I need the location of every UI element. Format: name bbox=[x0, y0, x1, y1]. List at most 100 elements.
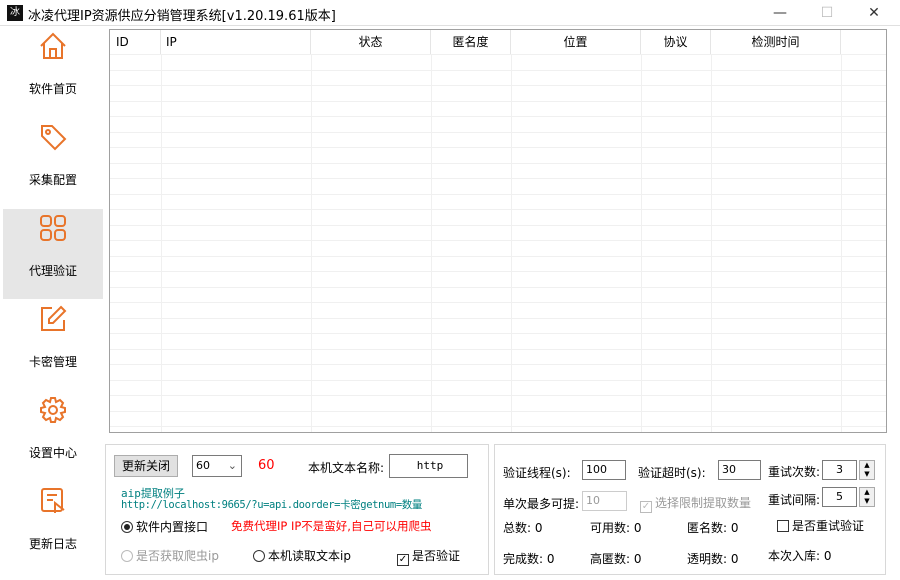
grid-line bbox=[110, 132, 886, 133]
stat-value: 0 bbox=[547, 552, 555, 566]
stat-label: 高匿数: bbox=[590, 552, 630, 566]
edit-icon bbox=[38, 304, 68, 334]
grid-line bbox=[511, 54, 512, 432]
close-button[interactable]: ✕ bbox=[859, 3, 889, 23]
retry-interval-spinner[interactable]: ▲▼ bbox=[859, 487, 875, 507]
grid-line bbox=[431, 54, 432, 432]
max-extract-label: 单次最多可提: bbox=[503, 495, 579, 512]
limit-extract-checkbox[interactable]: ✓选择限制提取数量 bbox=[640, 494, 751, 513]
sidebar-item-label: 软件首页 bbox=[3, 80, 103, 97]
column-header-id[interactable]: ID bbox=[110, 30, 161, 54]
crawler-ip-radio[interactable]: 是否获取爬虫ip bbox=[121, 547, 219, 564]
refresh-close-button[interactable]: 更新关闭 bbox=[114, 455, 178, 477]
column-header-anonymity[interactable]: 匿名度 bbox=[431, 30, 511, 54]
checkbox-label: 是否重试验证 bbox=[792, 519, 864, 533]
grid-line bbox=[110, 271, 886, 272]
grid-line bbox=[311, 54, 312, 432]
app-icon: 冰 bbox=[7, 5, 23, 21]
sidebar-item-label: 代理验证 bbox=[3, 262, 103, 279]
timeout-input[interactable]: 30 bbox=[718, 460, 761, 480]
minimize-button[interactable]: — bbox=[765, 3, 795, 23]
grid-line bbox=[110, 116, 886, 117]
verify-checkbox[interactable]: ✓是否验证 bbox=[397, 547, 460, 566]
grid-line bbox=[110, 411, 886, 412]
column-header-location[interactable]: 位置 bbox=[511, 30, 641, 54]
stored-count: 本次入库: 0 bbox=[768, 547, 832, 564]
log-icon bbox=[38, 486, 68, 516]
grid-line bbox=[110, 101, 886, 102]
local-name-input[interactable]: http bbox=[389, 454, 468, 478]
home-icon bbox=[38, 31, 68, 61]
column-header-protocol[interactable]: 协议 bbox=[641, 30, 711, 54]
stat-label: 本次入库: bbox=[768, 549, 820, 563]
local-text-ip-radio[interactable]: 本机读取文本ip bbox=[253, 547, 351, 564]
threads-input[interactable]: 100 bbox=[582, 460, 626, 480]
grid-line bbox=[110, 178, 886, 179]
grid-line bbox=[711, 54, 712, 432]
checkbox-label: 选择限制提取数量 bbox=[655, 496, 751, 510]
grid-line bbox=[110, 54, 886, 55]
retry-count-input[interactable]: 3 bbox=[822, 460, 857, 480]
grid-line bbox=[161, 54, 162, 432]
chevron-down-icon: ⌄ bbox=[228, 456, 237, 476]
anonymous-count: 匿名数: 0 bbox=[687, 519, 739, 536]
max-extract-input[interactable]: 10 bbox=[582, 491, 627, 511]
interval-select[interactable]: 60 ⌄ bbox=[192, 455, 242, 477]
grid-line bbox=[110, 426, 886, 427]
grid-line bbox=[641, 54, 642, 432]
maximize-button[interactable]: ☐ bbox=[812, 3, 842, 23]
stat-value: 0 bbox=[731, 552, 739, 566]
grid-line bbox=[110, 194, 886, 195]
retry-verify-checkbox[interactable]: 是否重试验证 bbox=[777, 517, 864, 534]
grid-line bbox=[110, 163, 886, 164]
grid-line bbox=[110, 364, 886, 365]
sidebar-item-label: 更新日志 bbox=[3, 535, 103, 552]
builtin-api-radio[interactable]: 软件内置接口 bbox=[121, 518, 208, 535]
grid-icon bbox=[38, 213, 68, 243]
sidebar-item-label: 卡密管理 bbox=[3, 353, 103, 370]
sidebar-item-label: 采集配置 bbox=[3, 171, 103, 188]
api-example-url: http://localhost:9665/?u=api.doorder=卡密g… bbox=[121, 497, 422, 512]
retry-interval-label: 重试间隔: bbox=[768, 491, 820, 508]
stat-value: 0 bbox=[634, 521, 642, 535]
sidebar-item-changelog[interactable]: 更新日志 bbox=[3, 482, 103, 572]
sidebar-item-home[interactable]: 软件首页 bbox=[3, 27, 103, 117]
sidebar-item-label: 设置中心 bbox=[3, 444, 103, 461]
radio-label: 本机读取文本ip bbox=[268, 549, 351, 563]
tag-icon bbox=[38, 122, 68, 152]
column-header-check-time[interactable]: 检测时间 bbox=[711, 30, 841, 54]
sidebar: 软件首页 采集配置 代理验证 卡密管理 设置中心 更新日志 bbox=[0, 27, 105, 580]
radio-icon bbox=[121, 550, 133, 562]
interval-select-value: 60 bbox=[196, 459, 210, 472]
grid-line bbox=[110, 225, 886, 226]
sidebar-item-settings[interactable]: 设置中心 bbox=[3, 391, 103, 481]
sidebar-item-card-manage[interactable]: 卡密管理 bbox=[3, 300, 103, 390]
interval-countdown: 60 bbox=[258, 458, 275, 473]
local-name-label: 本机文本名称: bbox=[308, 459, 384, 476]
grid-line bbox=[110, 333, 886, 334]
grid-line bbox=[110, 395, 886, 396]
grid-line bbox=[110, 302, 886, 303]
proxy-table[interactable]: ID IP 状态 匿名度 位置 协议 检测时间 bbox=[109, 29, 887, 433]
retry-count-spinner[interactable]: ▲▼ bbox=[859, 460, 875, 480]
radio-label: 是否获取爬虫ip bbox=[136, 549, 219, 563]
threads-label: 验证线程(s): bbox=[503, 464, 571, 481]
verify-settings-panel: 验证线程(s): 100 验证超时(s): 30 重试次数: 3 ▲▼ 单次最多… bbox=[494, 444, 886, 575]
stat-label: 可用数: bbox=[590, 521, 630, 535]
retry-interval-input[interactable]: 5 bbox=[822, 487, 857, 507]
window-title: 冰凌代理IP资源供应分销管理系统[v1.20.19.61版本] bbox=[28, 5, 336, 24]
grid-line bbox=[110, 85, 886, 86]
column-header-ip[interactable]: IP bbox=[161, 30, 311, 54]
sidebar-item-proxy-verify[interactable]: 代理验证 bbox=[3, 209, 103, 299]
source-panel: 更新关闭 60⌄ 60 本机文本名称: http aip提取例子 http://… bbox=[105, 444, 489, 575]
grid-line bbox=[841, 54, 842, 432]
transparent-count: 透明数: 0 bbox=[687, 550, 739, 567]
sidebar-item-collect-config[interactable]: 采集配置 bbox=[3, 118, 103, 208]
radio-selected-icon bbox=[121, 521, 133, 533]
grid-line bbox=[110, 209, 886, 210]
checkbox-label: 是否验证 bbox=[412, 549, 460, 563]
grid-line bbox=[110, 287, 886, 288]
grid-line bbox=[110, 147, 886, 148]
column-header-status[interactable]: 状态 bbox=[311, 30, 431, 54]
checkbox-checked-icon: ✓ bbox=[640, 501, 652, 513]
